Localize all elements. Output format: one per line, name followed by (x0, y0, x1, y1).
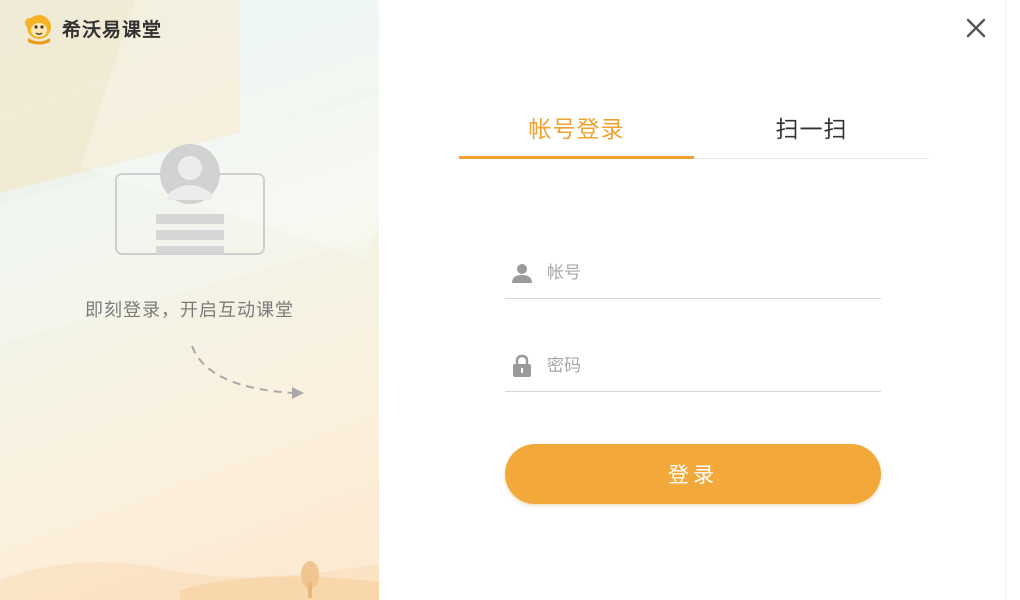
password-field (505, 341, 881, 392)
account-field (505, 248, 881, 299)
left-panel: 希沃易课堂 即刻登录，开启互动课堂 (0, 0, 379, 600)
dashed-arrow-icon (191, 345, 304, 399)
password-input[interactable] (545, 345, 869, 387)
tab-account-login[interactable]: 帐号登录 (459, 96, 694, 159)
close-button[interactable] (960, 12, 992, 44)
app-logo: 希沃易课堂 (22, 11, 162, 45)
close-icon (966, 18, 986, 38)
login-button[interactable]: 登录 (505, 444, 881, 504)
tab-qr-scan[interactable]: 扫一扫 (694, 96, 929, 158)
landscape-illustration (0, 561, 379, 600)
window-edge (1005, 0, 1020, 600)
id-card-icon (115, 144, 265, 255)
app-title: 希沃易课堂 (62, 18, 163, 41)
lock-icon (509, 353, 535, 379)
account-input[interactable] (545, 252, 869, 294)
login-tabs: 帐号登录 扫一扫 (459, 96, 929, 159)
user-icon (509, 260, 535, 286)
monkey-logo-icon (25, 15, 51, 45)
login-tagline: 即刻登录，开启互动课堂 (85, 300, 294, 321)
